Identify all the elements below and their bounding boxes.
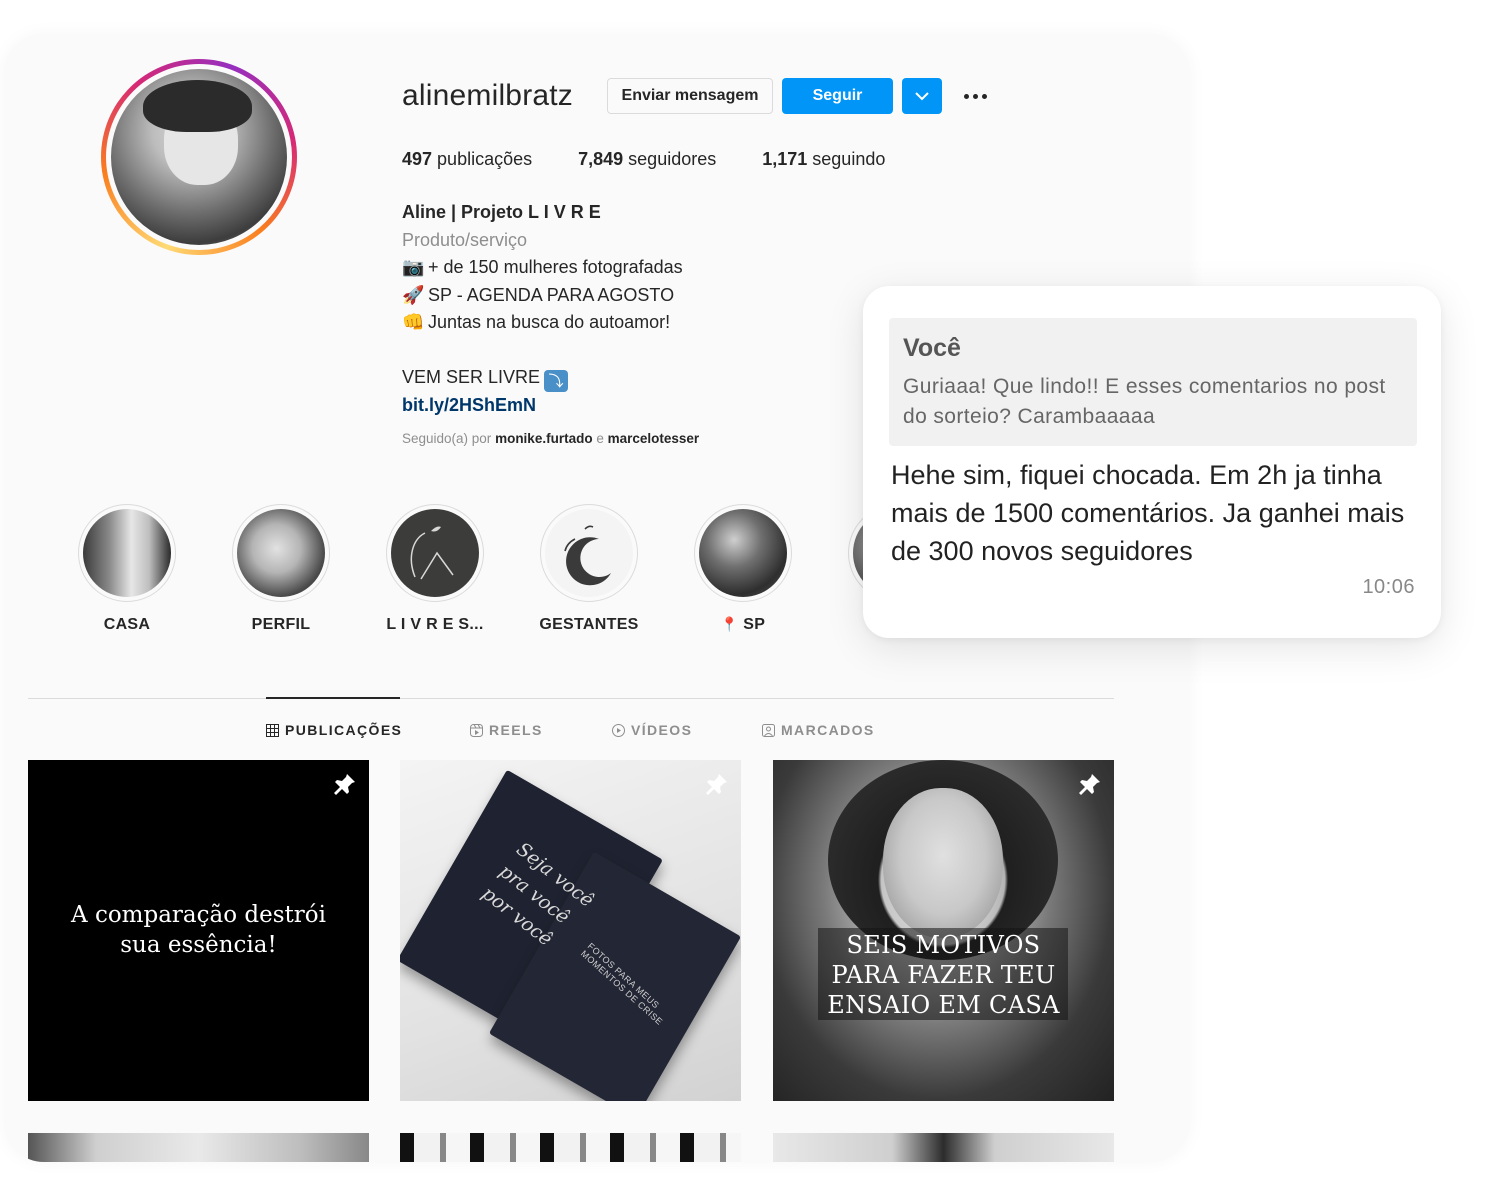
followed-user-link[interactable]: monike.furtado — [495, 431, 593, 446]
chat-message-bubble: Você Guriaaa! Que lindo!! E esses coment… — [863, 286, 1441, 638]
profile-avatar[interactable] — [101, 59, 297, 255]
post-tile[interactable] — [400, 1133, 741, 1162]
followers-stat[interactable]: 7,849 seguidores — [578, 149, 716, 170]
highlight-perfil[interactable]: PERFIL — [226, 504, 336, 634]
moon-icon — [564, 525, 611, 586]
bio-line: 🚀 SP - AGENDA PARA AGOSTO — [402, 282, 683, 310]
bio-link[interactable]: bit.ly/2HShEmN — [402, 392, 683, 420]
bio-line: 👊 Juntas na busca do autoamor! — [402, 309, 683, 337]
active-tab-indicator — [266, 697, 400, 699]
avatar-photo — [111, 69, 287, 245]
video-icon — [612, 723, 625, 737]
profile-stats: 497 publicações 7,849 seguidores 1,171 s… — [402, 149, 931, 170]
pinned-post-icon — [334, 774, 355, 795]
highlight-cover — [545, 509, 633, 597]
bio-cta: VEM SER LIVRE ⤵ — [402, 364, 683, 393]
send-message-button[interactable]: Enviar mensagem — [607, 78, 773, 114]
highlight-cover — [83, 509, 171, 597]
bio-line: 📷 + de 150 mulheres fotografadas — [402, 254, 683, 282]
grid-icon — [266, 723, 279, 737]
highlight-sp[interactable]: 📍 SP — [688, 504, 798, 634]
quoted-message[interactable]: Você Guriaaa! Que lindo!! E esses coment… — [889, 318, 1417, 446]
following-stat[interactable]: 1,171 seguindo — [762, 149, 885, 170]
pinned-post-icon — [706, 774, 727, 795]
highlight-gestantes[interactable]: GESTANTES — [534, 504, 644, 634]
reply-text: Hehe sim, fiquei chocada. Em 2h ja tinha… — [891, 460, 1405, 566]
bio-name: Aline | Projeto L I V R E — [402, 202, 601, 222]
quoted-author: Você — [903, 334, 961, 362]
highlight-cover — [237, 509, 325, 597]
tab-publicacoes[interactable]: PUBLICAÇÕES — [266, 722, 402, 738]
profile-username: alinemilbratz — [402, 79, 573, 112]
bio-category: Produto/serviço — [402, 229, 528, 250]
pin-icon: 📍 — [720, 616, 739, 632]
tab-marcados[interactable]: MARCADOS — [762, 722, 875, 738]
quoted-text: Guriaaa! Que lindo!! E esses comentarios… — [903, 375, 1386, 428]
post-tile[interactable]: A comparação destrói sua essência! — [28, 760, 369, 1101]
leaf-moon-icon — [410, 526, 454, 580]
followed-by: Seguido(a) por monike.furtado e marcelot… — [402, 431, 700, 446]
camera-icon: 📷 — [402, 257, 425, 277]
suggestions-dropdown-button[interactable] — [902, 78, 942, 114]
highlight-cover — [391, 509, 479, 597]
fist-icon: 👊 — [402, 312, 425, 332]
follow-button[interactable]: Seguir — [782, 78, 893, 114]
arrow-down-icon: ⤵ — [544, 370, 569, 393]
post-tile[interactable]: Seja você pra você por você FOTOS PARA MEU… — [400, 760, 741, 1101]
highlight-livres[interactable]: L I V R E S... — [380, 504, 490, 634]
profile-bio: Aline | Projeto L I V R E Produto/serviç… — [402, 199, 683, 420]
tabs-divider — [28, 698, 1114, 699]
highlight-cover — [699, 509, 787, 597]
post-tile[interactable] — [28, 1133, 369, 1162]
tab-videos[interactable]: VÍDEOS — [612, 722, 692, 738]
post-tile[interactable] — [773, 1133, 1114, 1162]
reels-icon — [470, 723, 483, 737]
post-tile[interactable]: SEIS MOTIVOS PARA FAZER TEU ENSAIO EM CASA — [773, 760, 1114, 1101]
tagged-icon — [762, 723, 775, 737]
chevron-down-icon — [915, 91, 929, 100]
message-timestamp: 10:06 — [1362, 576, 1415, 598]
more-options-icon[interactable] — [959, 82, 991, 110]
rocket-icon: 🚀 — [402, 284, 425, 305]
followed-user-link[interactable]: marcelotesser — [608, 431, 700, 446]
highlight-casa[interactable]: CASA — [72, 504, 182, 634]
posts-stat: 497 publicações — [402, 149, 533, 169]
tab-reels[interactable]: REELS — [470, 722, 543, 738]
pinned-post-icon — [1079, 774, 1100, 795]
